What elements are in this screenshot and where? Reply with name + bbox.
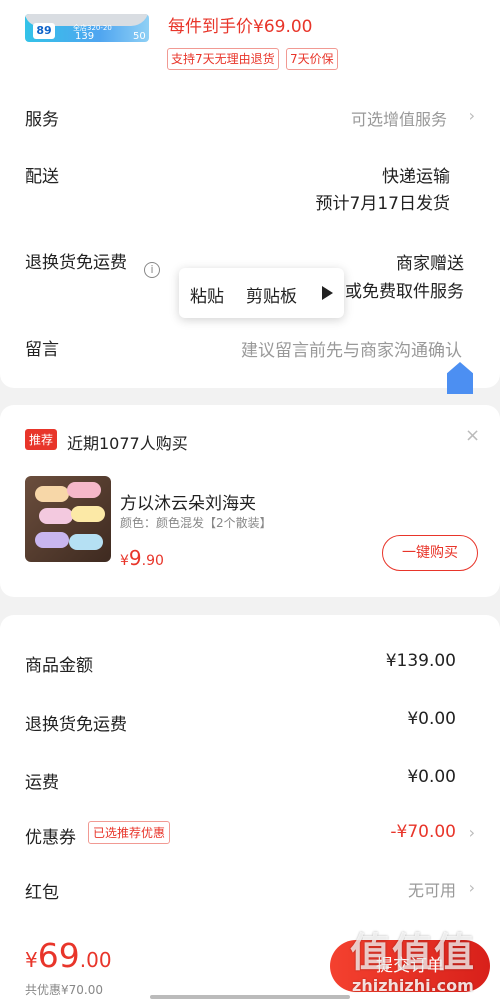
chevron-right-icon[interactable]: › (469, 106, 475, 125)
delivery-method: 快递运输 (382, 167, 450, 187)
coupon-label: 优惠券 (25, 828, 76, 848)
info-icon[interactable]: i (144, 262, 160, 278)
return-shipping-sub: 或免费取件服务 (345, 282, 464, 302)
currency-symbol: ¥ (25, 948, 38, 972)
return-policy-tag: 支持7天无理由退货 (167, 48, 279, 70)
recommend-product-name[interactable]: 方以沐云朵刘海夹 (120, 489, 256, 514)
site-watermark: 值值值 zhizhizhi.com (350, 920, 500, 1003)
recommend-title: 近期1077人购买 (67, 434, 188, 453)
chevron-right-icon[interactable]: › (469, 823, 475, 842)
thumb-number-2: 50 (133, 31, 146, 42)
total-price: ¥69.00 (25, 936, 112, 975)
close-icon[interactable]: × (465, 425, 480, 446)
total-savings: 共优惠¥70.00 (25, 983, 103, 997)
price-decimal: .90 (141, 553, 164, 569)
recommend-badge: 推荐 (25, 429, 58, 450)
coupon-tag: 已选推荐优惠 (88, 821, 171, 844)
delivery-label: 配送 (25, 167, 59, 187)
paste-button[interactable]: 粘贴 (190, 282, 224, 307)
return-free-value: ¥0.00 (407, 709, 456, 729)
final-unit-price: 每件到手价¥69.00 (168, 17, 313, 37)
one-click-buy-button[interactable]: 一键购买 (382, 535, 478, 571)
product-thumbnail[interactable]: 89 全店320-20 139 50 (25, 14, 149, 42)
shipping-label: 运费 (25, 773, 59, 793)
return-shipping-label: 退换货免运费 (25, 253, 127, 273)
return-free-label: 退换货免运费 (25, 715, 127, 735)
clipboard-button[interactable]: 剪贴板 (246, 282, 297, 307)
red-packet-label: 红包 (25, 883, 59, 903)
goods-amount-value: ¥139.00 (385, 651, 456, 671)
thumb-number-1: 139 (75, 31, 95, 42)
recommend-variant: 颜色：颜色混发【2个散装】 (120, 516, 272, 530)
coupon-value[interactable]: -¥70.00 (390, 822, 456, 842)
home-indicator (150, 995, 350, 999)
chevron-right-icon[interactable]: › (469, 878, 475, 897)
delivery-eta: 预计7月17日发货 (315, 194, 450, 214)
total-integer: 69 (37, 936, 80, 975)
watermark-url: zhizhizhi.com (352, 976, 474, 995)
currency-symbol: ¥ (120, 553, 129, 569)
shipping-value: ¥0.00 (407, 767, 456, 787)
service-label: 服务 (25, 110, 59, 130)
goods-amount-label: 商品金额 (25, 656, 93, 676)
play-arrow-icon[interactable] (322, 286, 333, 300)
watermark-logo: 值值值 (350, 930, 476, 976)
red-packet-value[interactable]: 无可用 (408, 877, 456, 901)
service-value[interactable]: 可选增值服务 (351, 106, 447, 130)
total-decimal: .00 (79, 948, 112, 972)
hair-clip-image[interactable] (25, 476, 111, 562)
recommend-price: ¥9.90 (120, 546, 164, 570)
price-integer: 9 (128, 546, 142, 570)
paste-popup: 粘贴 剪贴板 (179, 268, 344, 318)
message-input[interactable]: 建议留言前先与商家沟通确认 (241, 336, 462, 361)
return-shipping-value: 商家赠送 (396, 254, 464, 274)
message-label: 留言 (25, 340, 59, 360)
price-protect-tag: 7天价保 (286, 48, 338, 70)
thumb-price: 89 (33, 23, 55, 39)
